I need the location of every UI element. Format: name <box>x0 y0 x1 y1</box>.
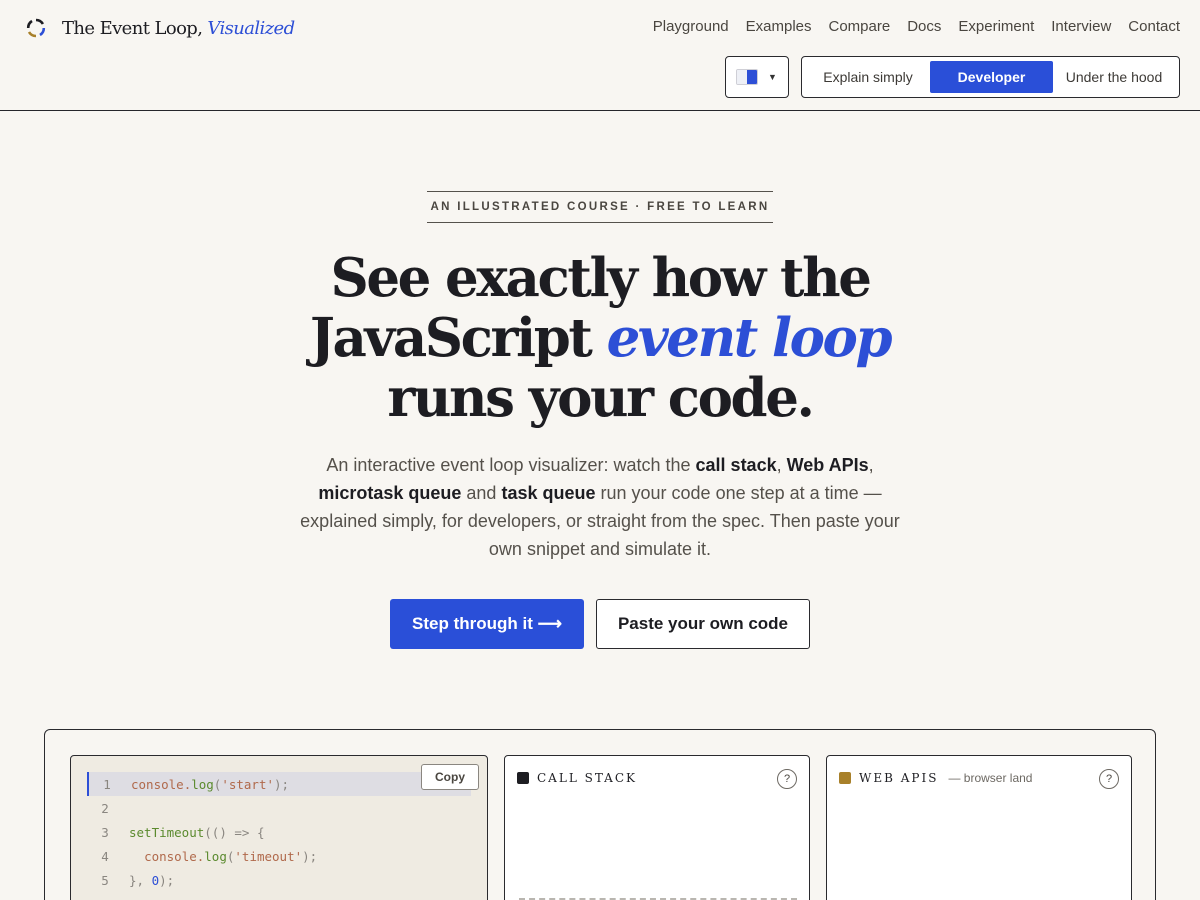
code-text: console.log('start'); <box>131 776 290 792</box>
code-line[interactable]: 1 console.log('start'); <box>87 772 471 796</box>
nav-docs[interactable]: Docs <box>907 18 941 35</box>
nav-compare[interactable]: Compare <box>829 18 891 35</box>
subtitle-text: , <box>868 455 874 475</box>
mode-under-the-hood[interactable]: Under the hood <box>1053 61 1175 93</box>
nav-interview[interactable]: Interview <box>1051 18 1111 35</box>
web-apis-square-icon <box>839 772 851 784</box>
nav-experiment[interactable]: Experiment <box>958 18 1034 35</box>
explanation-mode-switch: Explain simply Developer Under the hood <box>801 56 1180 98</box>
web-apis-title: WEB APIS <box>859 771 939 785</box>
help-icon[interactable]: ? <box>1099 769 1119 789</box>
subtitle-text: An interactive event loop visualizer: wa… <box>326 455 696 475</box>
line-number: 3 <box>101 824 109 840</box>
subtitle-term-task-queue: task queue <box>501 483 596 503</box>
nav-playground[interactable]: Playground <box>653 18 729 35</box>
theme-swatch-icon <box>736 69 758 85</box>
brand[interactable]: The Event Loop, Visualized <box>26 16 295 40</box>
subtitle-term-web-apis: Web APIs <box>786 455 869 475</box>
help-icon[interactable]: ? <box>777 769 797 789</box>
hero-subtitle: An interactive event loop visualizer: wa… <box>300 451 900 563</box>
code-text: }, 0); <box>129 872 175 888</box>
web-apis-note: — browser land <box>948 771 1033 785</box>
visualizer: 1 console.log('start'); 2 3 setTimeout((… <box>44 729 1156 900</box>
call-stack-panel: CALL STACK ? <box>504 755 810 900</box>
chevron-down-icon: ▼ <box>768 72 777 82</box>
subtitle-text: and <box>461 483 502 503</box>
code-line[interactable]: 6 <box>87 892 123 900</box>
mode-developer[interactable]: Developer <box>930 61 1053 93</box>
brand-accent: Visualized <box>207 17 295 39</box>
headline-part-2: runs your code. <box>387 367 815 429</box>
mode-explain-simply[interactable]: Explain simply <box>806 61 930 93</box>
call-stack-square-icon <box>517 772 529 784</box>
subtitle-text: , <box>776 455 787 475</box>
code-text: console.log('timeout'); <box>144 848 318 864</box>
brand-name: The Event Loop, <box>62 17 203 39</box>
nav-examples[interactable]: Examples <box>746 18 812 35</box>
line-number: 6 <box>87 897 123 900</box>
subtitle-term-call-stack: call stack <box>695 455 777 475</box>
web-apis-panel: WEB APIS — browser land ? <box>826 755 1132 900</box>
code-editor[interactable]: 1 console.log('start'); 2 3 setTimeout((… <box>70 755 488 900</box>
code-line[interactable]: 5 }, 0); <box>87 868 174 892</box>
loop-logo-icon <box>26 18 46 38</box>
code-line[interactable]: 4 console.log('timeout'); <box>87 844 317 868</box>
line-number: 5 <box>101 872 109 888</box>
code-line[interactable]: 3 setTimeout(() => { <box>87 820 264 844</box>
hero-headline: See exactly how the JavaScript event loo… <box>250 248 950 428</box>
nav-contact[interactable]: Contact <box>1128 18 1180 35</box>
line-number: 4 <box>101 848 109 864</box>
code-line[interactable]: 2 <box>87 796 123 820</box>
copy-button[interactable]: Copy <box>421 764 479 790</box>
headline-accent: event loop <box>606 307 893 369</box>
site-header: The Event Loop, Visualized Playground Ex… <box>0 0 1200 111</box>
code-text: setTimeout(() => { <box>129 824 265 840</box>
call-stack-title: CALL STACK <box>537 771 637 785</box>
line-number: 2 <box>101 800 109 816</box>
step-through-button[interactable]: Step through it ⟶ <box>390 599 584 649</box>
line-number: 1 <box>103 776 111 792</box>
paste-code-button[interactable]: Paste your own code <box>596 599 810 649</box>
call-stack-header: CALL STACK <box>517 771 637 785</box>
web-apis-header: WEB APIS — browser land <box>839 771 1032 785</box>
subtitle-term-microtask-queue: microtask queue <box>318 483 462 503</box>
hero-eyebrow: AN ILLUSTRATED COURSE · FREE TO LEARN <box>427 191 773 223</box>
main-nav: Playground Examples Compare Docs Experim… <box>653 18 1180 35</box>
theme-toggle-button[interactable]: ▼ <box>725 56 789 98</box>
